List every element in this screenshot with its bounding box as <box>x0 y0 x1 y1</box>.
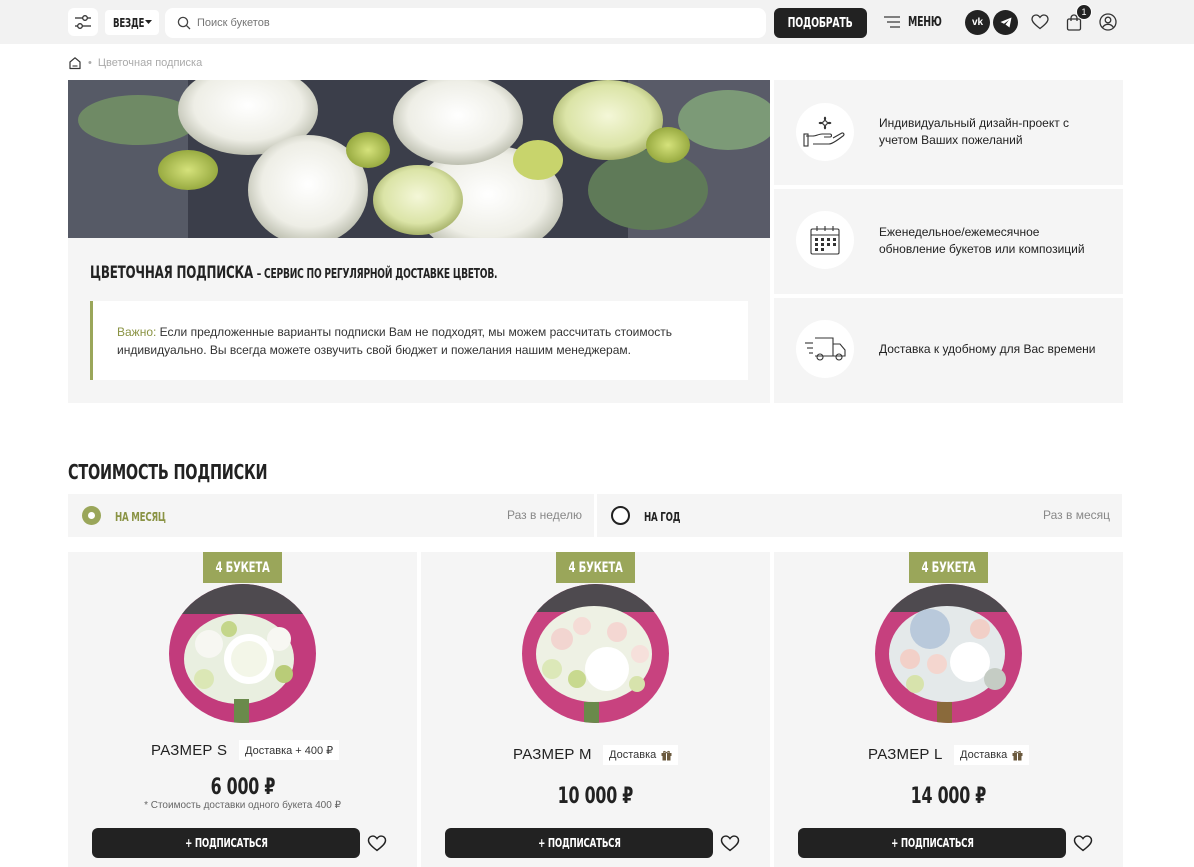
plan-price: 6 000 ₽ <box>210 775 275 800</box>
radio-selected[interactable] <box>82 506 101 525</box>
feature-icon-circle <box>796 320 854 378</box>
vk-link[interactable]: vk <box>965 10 990 35</box>
favorites-button[interactable] <box>1030 12 1050 32</box>
feature-text: Доставка к удобному для Вас времени <box>879 342 1096 356</box>
plan-card-l: 4 БУКЕТА РАЗМЕР L Доставка 14 000 ₽ + ПО… <box>774 552 1123 867</box>
delivery-badge: Доставка <box>954 745 1030 765</box>
radio-unselected[interactable] <box>611 506 630 525</box>
plan-price: 14 000 ₽ <box>910 784 987 809</box>
filter-button[interactable] <box>68 8 98 36</box>
filter-sliders-icon <box>75 15 91 29</box>
menu-icon <box>884 16 900 28</box>
plan-card-s: 4 БУКЕТА РАЗМЕР S Доставка + 400 ₽ 6 000… <box>68 552 417 867</box>
subscribe-button[interactable]: + ПОДПИСАТЬСЯ <box>798 828 1066 858</box>
hero-subtitle: – СЕРВИС ПО РЕГУЛЯРНОЙ ДОСТАВКЕ ЦВЕТОВ. <box>256 267 498 282</box>
delivery-badge: Доставка + 400 ₽ <box>239 740 340 760</box>
feature-text: Еженедельное/ежемесячное обновление буке… <box>879 225 1085 256</box>
bouquet-photo <box>522 584 669 723</box>
feature-card-design: Индивидуальный дизайн-проект с учетом Ва… <box>774 80 1123 185</box>
plan-size: РАЗМЕР M <box>513 746 592 763</box>
breadcrumb: • Цветочная подписка <box>68 56 202 70</box>
hero-title: ЦВЕТОЧНАЯ ПОДПИСКА <box>90 263 254 283</box>
search-input[interactable] <box>197 17 697 29</box>
heart-icon <box>1073 835 1093 852</box>
feature-icon-circle <box>796 211 854 269</box>
bouquet-count-tag: 4 БУКЕТА <box>556 552 635 583</box>
bouquet-count-tag: 4 БУКЕТА <box>203 552 282 583</box>
hero-heading: ЦВЕТОЧНАЯ ПОДПИСКА – СЕРВИС ПО РЕГУЛЯРНО… <box>90 263 672 283</box>
plan-size: РАЗМЕР S <box>151 742 228 759</box>
plan-size: РАЗМЕР L <box>868 746 943 763</box>
cart-count-badge: 1 <box>1076 4 1092 20</box>
heart-icon <box>720 835 740 852</box>
gift-icon <box>661 750 672 760</box>
search-icon <box>177 16 191 30</box>
plan-card-m: 4 БУКЕТА РАЗМЕР M Доставка 10 000 ₽ + ПО… <box>421 552 770 867</box>
location-label: ВЕЗДЕ <box>112 15 144 30</box>
note-text: Если предложенные варианты подписки Вам … <box>117 325 673 357</box>
home-icon[interactable] <box>68 56 82 70</box>
subscribe-button[interactable]: + ПОДПИСАТЬСЯ <box>445 828 713 858</box>
period-frequency: Раз в неделю <box>506 508 582 522</box>
hero-panel: ЦВЕТОЧНАЯ ПОДПИСКА – СЕРВИС ПО РЕГУЛЯРНО… <box>68 80 770 403</box>
location-dropdown[interactable]: ВЕЗДЕ <box>105 10 159 35</box>
period-option-month[interactable]: НА МЕСЯЦ Раз в неделю <box>68 494 594 537</box>
user-icon <box>1099 13 1117 31</box>
period-option-year[interactable]: НА ГОД Раз в месяц <box>597 494 1122 537</box>
note-label: Важно: <box>117 325 157 339</box>
important-note: Важно: Если предложенные варианты подпис… <box>90 301 748 380</box>
telegram-icon <box>1000 17 1011 28</box>
hero-flowers-image <box>68 80 770 238</box>
bouquet-photo <box>169 584 316 723</box>
telegram-link[interactable] <box>993 10 1018 35</box>
delivery-badge: Доставка <box>603 745 679 765</box>
favorite-button[interactable] <box>720 835 740 857</box>
menu-button[interactable]: МЕНЮ <box>884 12 955 32</box>
feature-icon-circle <box>796 103 854 161</box>
hand-flower-icon <box>803 116 845 147</box>
pricing-title: СТОИМОСТЬ ПОДПИСКИ <box>68 460 268 484</box>
delivery-footnote: * Стоимость доставки одного букета 400 ₽ <box>144 800 341 811</box>
heart-icon <box>367 835 387 852</box>
pick-button-label: ПОДОБРАТЬ <box>788 15 853 31</box>
top-bar: ВЕЗДЕ ПОДОБРАТЬ МЕНЮ vk 1 <box>0 0 1194 44</box>
feature-card-delivery: Доставка к удобному для Вас времени <box>774 298 1123 403</box>
period-label: НА МЕСЯЦ <box>115 510 166 524</box>
feature-text: Индивидуальный дизайн-проект с учетом Ва… <box>879 116 1070 147</box>
gift-icon <box>1012 750 1023 760</box>
period-frequency: Раз в месяц <box>1043 508 1110 522</box>
plan-price: 10 000 ₽ <box>557 784 634 809</box>
period-label: НА ГОД <box>644 510 681 524</box>
breadcrumb-separator: • <box>88 57 92 69</box>
favorite-button[interactable] <box>367 835 387 857</box>
pick-button[interactable]: ПОДОБРАТЬ <box>774 8 867 38</box>
menu-label: МЕНЮ <box>908 14 942 30</box>
account-button[interactable] <box>1098 12 1118 32</box>
search-box[interactable] <box>165 8 766 38</box>
vk-icon: vk <box>971 17 984 28</box>
breadcrumb-current: Цветочная подписка <box>97 57 203 69</box>
heart-icon <box>1031 14 1049 30</box>
delivery-truck-icon <box>805 337 846 361</box>
subscribe-button[interactable]: + ПОДПИСАТЬСЯ <box>92 828 360 858</box>
caret-down-icon <box>144 20 152 24</box>
feature-card-schedule: Еженедельное/ежемесячное обновление буке… <box>774 189 1123 294</box>
bouquet-count-tag: 4 БУКЕТА <box>909 552 988 583</box>
favorite-button[interactable] <box>1073 835 1093 857</box>
calendar-icon <box>810 226 840 255</box>
bouquet-photo <box>875 584 1022 723</box>
